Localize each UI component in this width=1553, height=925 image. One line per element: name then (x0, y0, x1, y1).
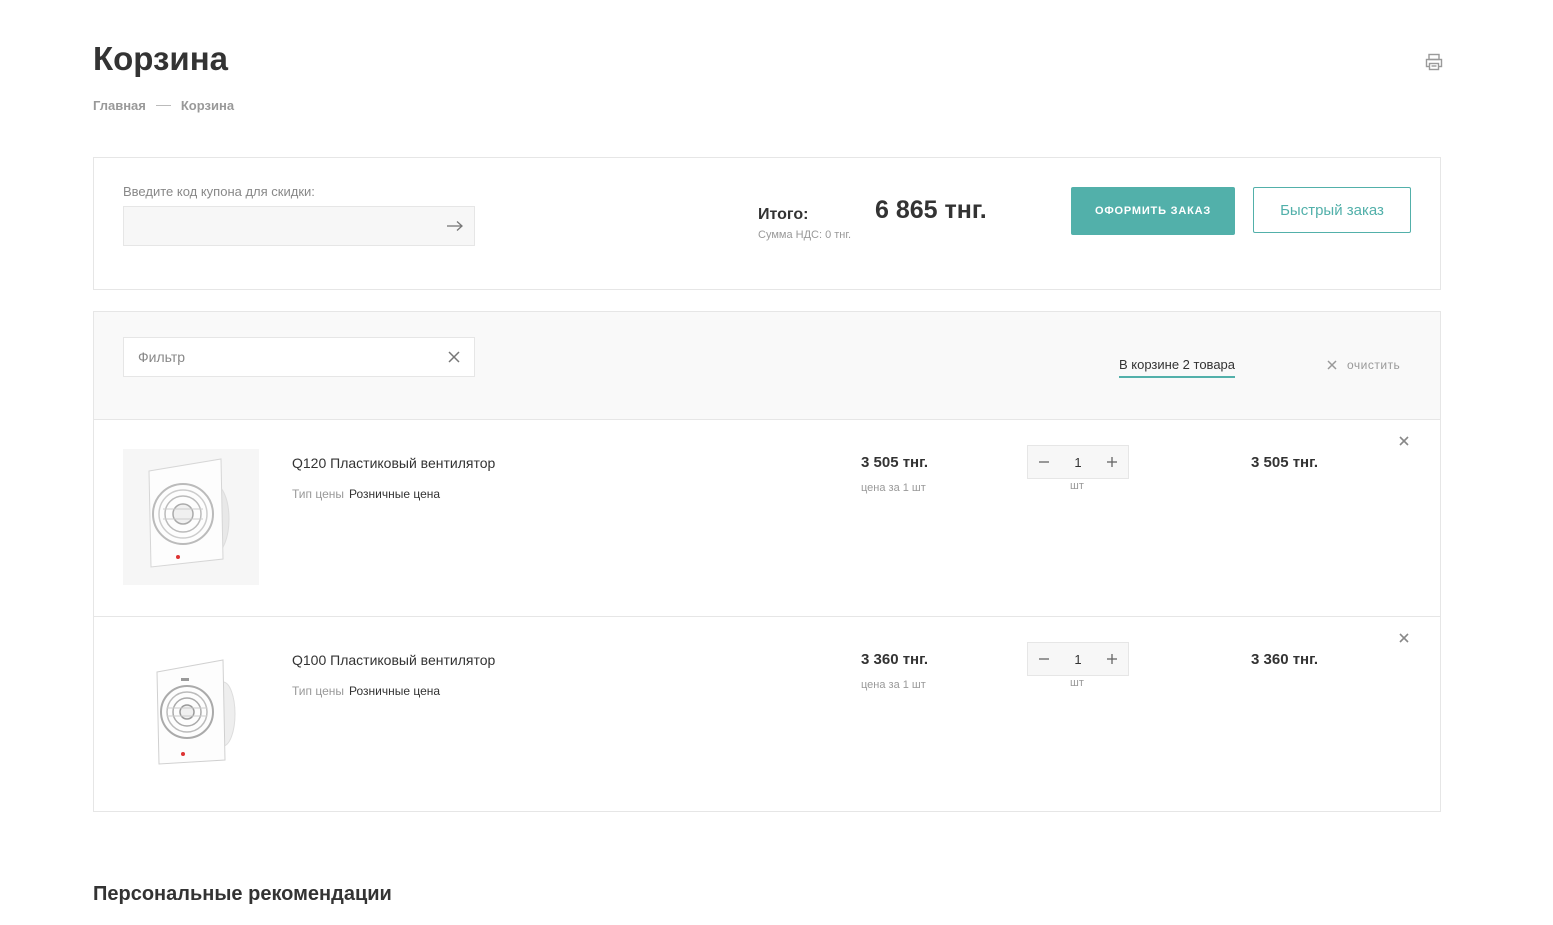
unit-price-note: цена за 1 шт (861, 482, 926, 494)
coupon-input[interactable] (123, 206, 475, 246)
close-icon (1327, 360, 1337, 370)
minus-icon[interactable] (1028, 446, 1060, 478)
total-label: Итого: (758, 206, 809, 223)
cart-count-tab[interactable]: В корзине 2 товара (1119, 357, 1236, 378)
item-total: 3 505 тнг. (1251, 454, 1319, 471)
fan-icon (123, 449, 259, 585)
unit-price: 3 505 тнг. (861, 454, 929, 471)
price-type-value: Розничные цена (349, 684, 441, 698)
breadcrumb: Главная Корзина (93, 98, 234, 113)
clear-cart-button[interactable]: очистить (1327, 358, 1400, 372)
cart-items-panel: Фильтр В корзине 2 товара очистить Q120 … (93, 311, 1441, 812)
recommendations-title: Персональные рекомендации (93, 883, 392, 905)
minus-icon[interactable] (1028, 643, 1060, 675)
price-type-value: Розничные цена (349, 487, 441, 501)
quantity-value[interactable]: 1 (1074, 455, 1081, 470)
unit-price: 3 360 тнг. (861, 651, 929, 668)
filter-bar: Фильтр В корзине 2 товара очистить (94, 312, 1440, 420)
product-image[interactable] (123, 646, 259, 782)
cart-item: Q100 Пластиковый вентилятор Тип цены Розн… (94, 616, 1440, 812)
breadcrumb-current: Корзина (180, 98, 235, 113)
breadcrumb-home-link[interactable]: Главная (93, 98, 146, 113)
coupon-label: Введите код купона для скидки: (123, 184, 315, 199)
page-title: Корзина (93, 40, 228, 77)
total-value: 6 865 тнг. (875, 196, 987, 224)
product-name-link[interactable]: Q100 Пластиковый вентилятор (292, 652, 495, 668)
price-type-label: Тип цены (292, 684, 345, 698)
close-icon[interactable] (1399, 433, 1409, 446)
cart-summary: Введите код купона для скидки: Итого: Су… (93, 157, 1441, 290)
close-icon[interactable] (446, 349, 462, 365)
print-icon[interactable] (1424, 52, 1444, 72)
quantity-value[interactable]: 1 (1074, 652, 1081, 667)
filter-input[interactable]: Фильтр (123, 337, 475, 377)
product-name-link[interactable]: Q120 Пластиковый вентилятор (292, 455, 495, 471)
plus-icon[interactable] (1096, 446, 1128, 478)
price-type-label: Тип цены (292, 487, 345, 501)
quantity-unit: шт (1070, 677, 1084, 689)
breadcrumb-separator (155, 105, 171, 106)
product-image[interactable] (123, 449, 259, 585)
price-type: Тип цены Розничные цена (292, 684, 440, 698)
quantity-unit: шт (1070, 480, 1084, 492)
item-total: 3 360 тнг. (1251, 651, 1319, 668)
clear-cart-label: очистить (1347, 358, 1401, 372)
unit-price-note: цена за 1 шт (861, 679, 926, 691)
fast-order-button[interactable]: Быстрый заказ (1253, 187, 1411, 233)
plus-icon[interactable] (1096, 643, 1128, 675)
fan-icon (156, 659, 236, 765)
checkout-button[interactable]: Оформить заказ (1071, 187, 1235, 235)
quantity-stepper: 1 (1027, 445, 1129, 479)
close-icon[interactable] (1399, 630, 1409, 643)
cart-item: Q120 Пластиковый вентилятор Тип цены Розн… (94, 420, 1440, 616)
quantity-stepper: 1 (1027, 642, 1129, 676)
filter-placeholder: Фильтр (138, 349, 186, 365)
price-type: Тип цены Розничные цена (292, 487, 440, 501)
vat-label: Сумма НДС: 0 тнг. (758, 229, 852, 241)
arrow-right-icon[interactable] (446, 217, 464, 235)
